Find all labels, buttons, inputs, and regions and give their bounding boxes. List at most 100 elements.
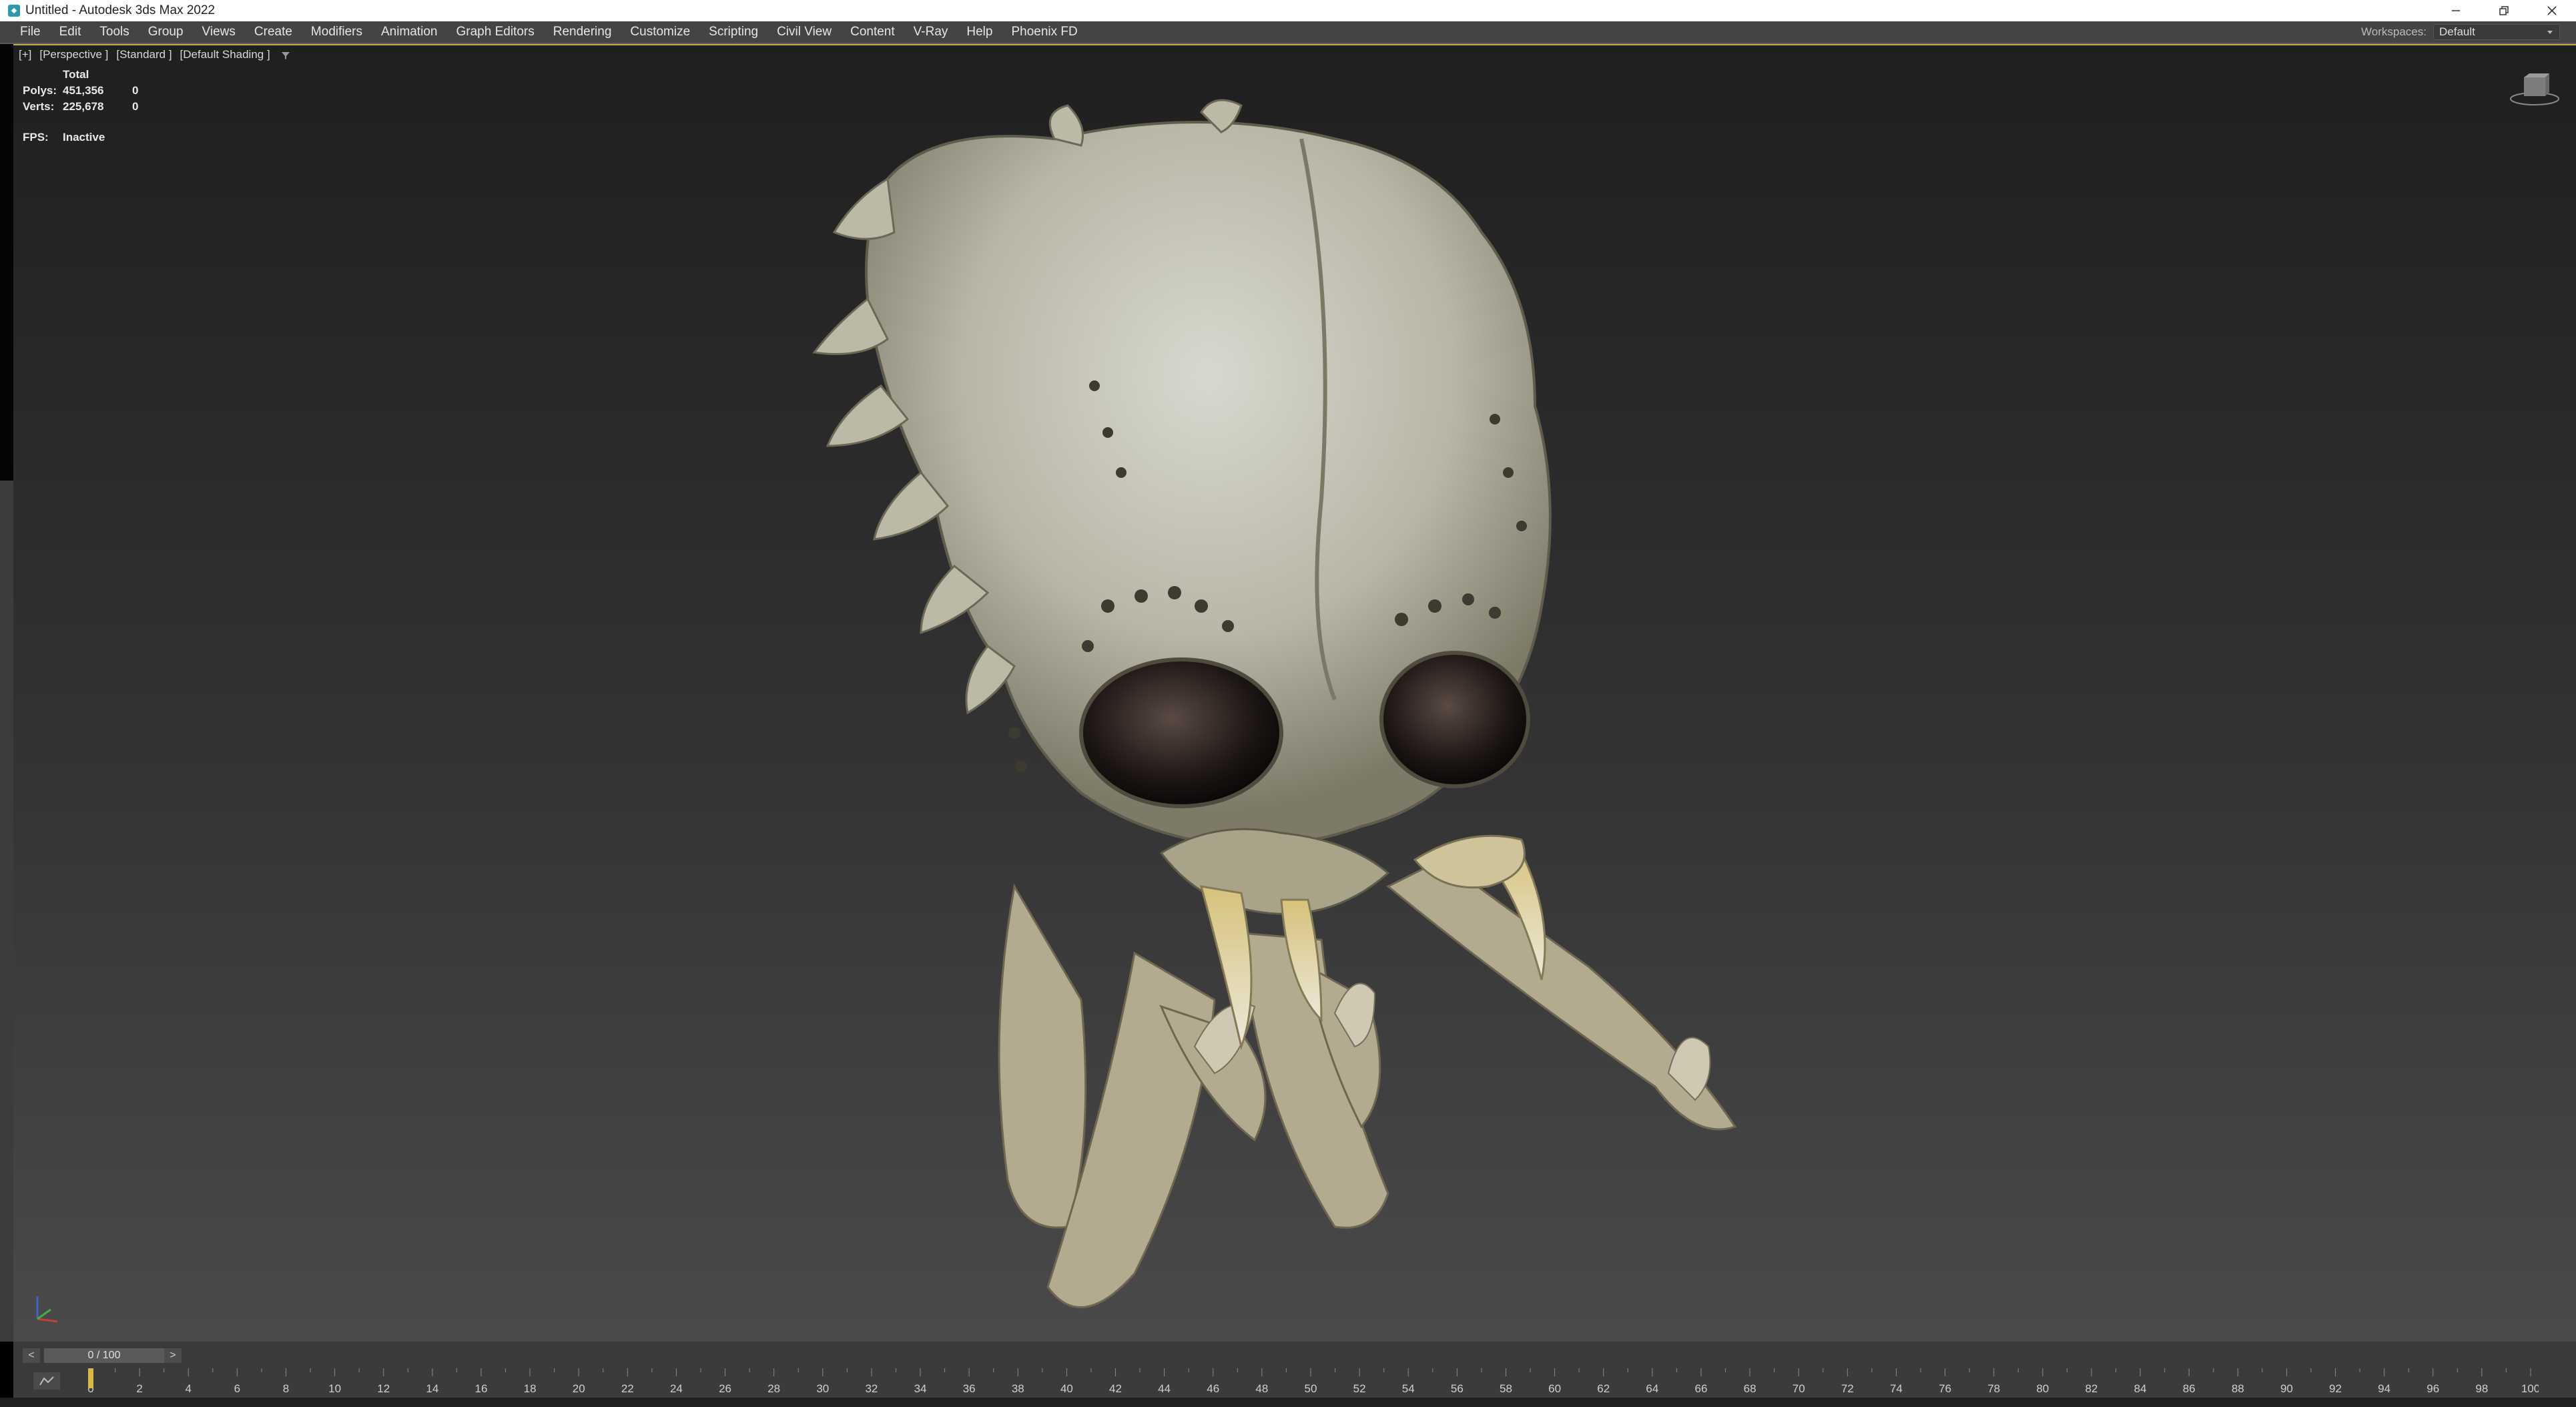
left-panel-dark bbox=[0, 44, 13, 481]
menu-tools[interactable]: Tools bbox=[90, 25, 138, 39]
ruler-label: 28 bbox=[767, 1382, 780, 1395]
fps-label: FPS: bbox=[23, 131, 49, 144]
viewport-label: [+] [Perspective ] [Standard ] [Default Sha… bbox=[19, 48, 290, 61]
viewport-menu-plus[interactable]: [+] bbox=[19, 48, 31, 61]
ruler-label: 80 bbox=[2036, 1382, 2049, 1395]
time-slider-thumb[interactable]: 0 / 100 bbox=[44, 1348, 164, 1363]
ruler-label: 4 bbox=[186, 1382, 192, 1395]
polys-total: 451,356 bbox=[63, 84, 104, 97]
scene-statistics: Total Polys: 451,356 0 Verts: 225,678 0 bbox=[23, 67, 138, 115]
filter-icon[interactable] bbox=[281, 51, 290, 60]
verts-selected: 0 bbox=[132, 100, 139, 113]
menu-civil-view[interactable]: Civil View bbox=[767, 25, 841, 39]
ruler-label: 60 bbox=[1548, 1382, 1561, 1395]
ruler-label: 50 bbox=[1305, 1382, 1317, 1395]
frame-ruler[interactable]: 0 2 4 6 8 10 12 14 16 18 20 22 24 26 28 30 32 34 36 38 40 42 4… bbox=[83, 1368, 2539, 1398]
menu-content[interactable]: Content bbox=[841, 25, 904, 39]
ruler-label: 84 bbox=[2134, 1382, 2147, 1395]
polys-selected: 0 bbox=[132, 84, 139, 97]
viewport-standard-label[interactable]: [Standard ] bbox=[116, 48, 172, 61]
ruler-label: 68 bbox=[1744, 1382, 1756, 1395]
workspaces-value: Default bbox=[2439, 25, 2475, 38]
ruler-label: 78 bbox=[1987, 1382, 2000, 1395]
ruler-label: 72 bbox=[1841, 1382, 1854, 1395]
polys-label: Polys: bbox=[23, 84, 57, 97]
menu-graph-editors[interactable]: Graph Editors bbox=[447, 25, 544, 39]
os-taskbar bbox=[0, 1398, 2576, 1407]
viewport-shading-label[interactable]: [Default Shading ] bbox=[180, 48, 270, 61]
skull-3d-model[interactable] bbox=[734, 99, 1949, 1342]
stats-header: Total bbox=[63, 68, 89, 81]
menu-scripting[interactable]: Scripting bbox=[699, 25, 767, 39]
ruler-label: 86 bbox=[2183, 1382, 2196, 1395]
ruler-label: 42 bbox=[1109, 1382, 1122, 1395]
ruler-label: 74 bbox=[1890, 1382, 1903, 1395]
menu-create[interactable]: Create bbox=[245, 25, 302, 39]
menu-modifiers[interactable]: Modifiers bbox=[302, 25, 372, 39]
ruler-label: 76 bbox=[1939, 1382, 1951, 1395]
menu-file[interactable]: File bbox=[0, 25, 50, 39]
restore-button[interactable] bbox=[2480, 0, 2528, 21]
ruler-label: 58 bbox=[1500, 1382, 1512, 1395]
current-frame-marker[interactable] bbox=[88, 1368, 93, 1388]
menu-bar: File Edit Tools Group Views Create Modif… bbox=[0, 21, 2576, 44]
ruler-label: 66 bbox=[1694, 1382, 1707, 1395]
chevron-down-icon bbox=[2547, 31, 2553, 34]
ruler-label: 22 bbox=[621, 1382, 634, 1395]
ruler-label: 52 bbox=[1353, 1382, 1366, 1395]
ruler-label: 100 bbox=[2521, 1382, 2539, 1395]
menu-customize[interactable]: Customize bbox=[621, 25, 699, 39]
track-bar[interactable]: 0 2 4 6 8 10 12 14 16 18 20 22 24 26 28 30 32 34 36 38 40 42 4… bbox=[13, 1368, 2576, 1398]
perspective-viewport[interactable]: [+] [Perspective ] [Standard ] [Default Sha… bbox=[13, 44, 2576, 1342]
fps-readout: FPS: Inactive bbox=[23, 131, 105, 144]
menu-views[interactable]: Views bbox=[193, 25, 245, 39]
ruler-label: 70 bbox=[1793, 1382, 1805, 1395]
ruler-label: 36 bbox=[963, 1382, 976, 1395]
viewport-pov-label[interactable]: [Perspective ] bbox=[39, 48, 108, 61]
ruler-label: 8 bbox=[283, 1382, 289, 1395]
ruler-label: 98 bbox=[2475, 1382, 2488, 1395]
ruler-label: 38 bbox=[1012, 1382, 1024, 1395]
window-title: Untitled - Autodesk 3ds Max 2022 bbox=[25, 3, 216, 17]
menu-animation[interactable]: Animation bbox=[372, 25, 447, 39]
ruler-label: 46 bbox=[1207, 1382, 1219, 1395]
menu-rendering[interactable]: Rendering bbox=[544, 25, 621, 39]
ruler-label: 30 bbox=[816, 1382, 829, 1395]
ruler-label: 10 bbox=[328, 1382, 341, 1395]
close-button[interactable] bbox=[2528, 0, 2576, 21]
ruler-label: 94 bbox=[2378, 1382, 2390, 1395]
curve-editor-toggle-icon[interactable] bbox=[33, 1372, 60, 1390]
app-logo-icon bbox=[8, 5, 20, 17]
ruler-label: 12 bbox=[377, 1382, 390, 1395]
ruler-label: 24 bbox=[670, 1382, 683, 1395]
ruler-label: 32 bbox=[865, 1382, 878, 1395]
ruler-label: 2 bbox=[136, 1382, 142, 1395]
menu-group[interactable]: Group bbox=[139, 25, 193, 39]
ruler-label: 92 bbox=[2329, 1382, 2342, 1395]
menu-phoenix-fd[interactable]: Phoenix FD bbox=[1002, 25, 1086, 39]
ruler-label: 20 bbox=[573, 1382, 585, 1395]
ruler-label: 90 bbox=[2280, 1382, 2293, 1395]
minimize-icon bbox=[2452, 10, 2460, 11]
title-bar: Untitled - Autodesk 3ds Max 2022 bbox=[0, 0, 2576, 21]
verts-label: Verts: bbox=[23, 100, 55, 113]
workspaces-dropdown[interactable]: Default bbox=[2433, 24, 2560, 40]
minimize-button[interactable] bbox=[2432, 0, 2480, 21]
ruler-label: 62 bbox=[1597, 1382, 1610, 1395]
fps-value: Inactive bbox=[63, 131, 105, 144]
ruler-label: 44 bbox=[1158, 1382, 1171, 1395]
ruler-label: 64 bbox=[1646, 1382, 1658, 1395]
time-prev-button[interactable]: < bbox=[23, 1348, 40, 1363]
ruler-label: 34 bbox=[914, 1382, 927, 1395]
viewcube-icon[interactable] bbox=[2508, 69, 2561, 107]
ruler-label: 26 bbox=[719, 1382, 731, 1395]
time-next-button[interactable]: > bbox=[164, 1348, 182, 1363]
ruler-label: 18 bbox=[524, 1382, 537, 1395]
menu-vray[interactable]: V-Ray bbox=[904, 25, 958, 39]
ruler-label: 88 bbox=[2232, 1382, 2244, 1395]
workspaces-control: Workspaces: Default bbox=[2361, 21, 2560, 43]
menu-edit[interactable]: Edit bbox=[50, 25, 91, 39]
verts-total: 225,678 bbox=[63, 100, 104, 113]
menu-help[interactable]: Help bbox=[957, 25, 1002, 39]
ruler-label: 40 bbox=[1060, 1382, 1073, 1395]
